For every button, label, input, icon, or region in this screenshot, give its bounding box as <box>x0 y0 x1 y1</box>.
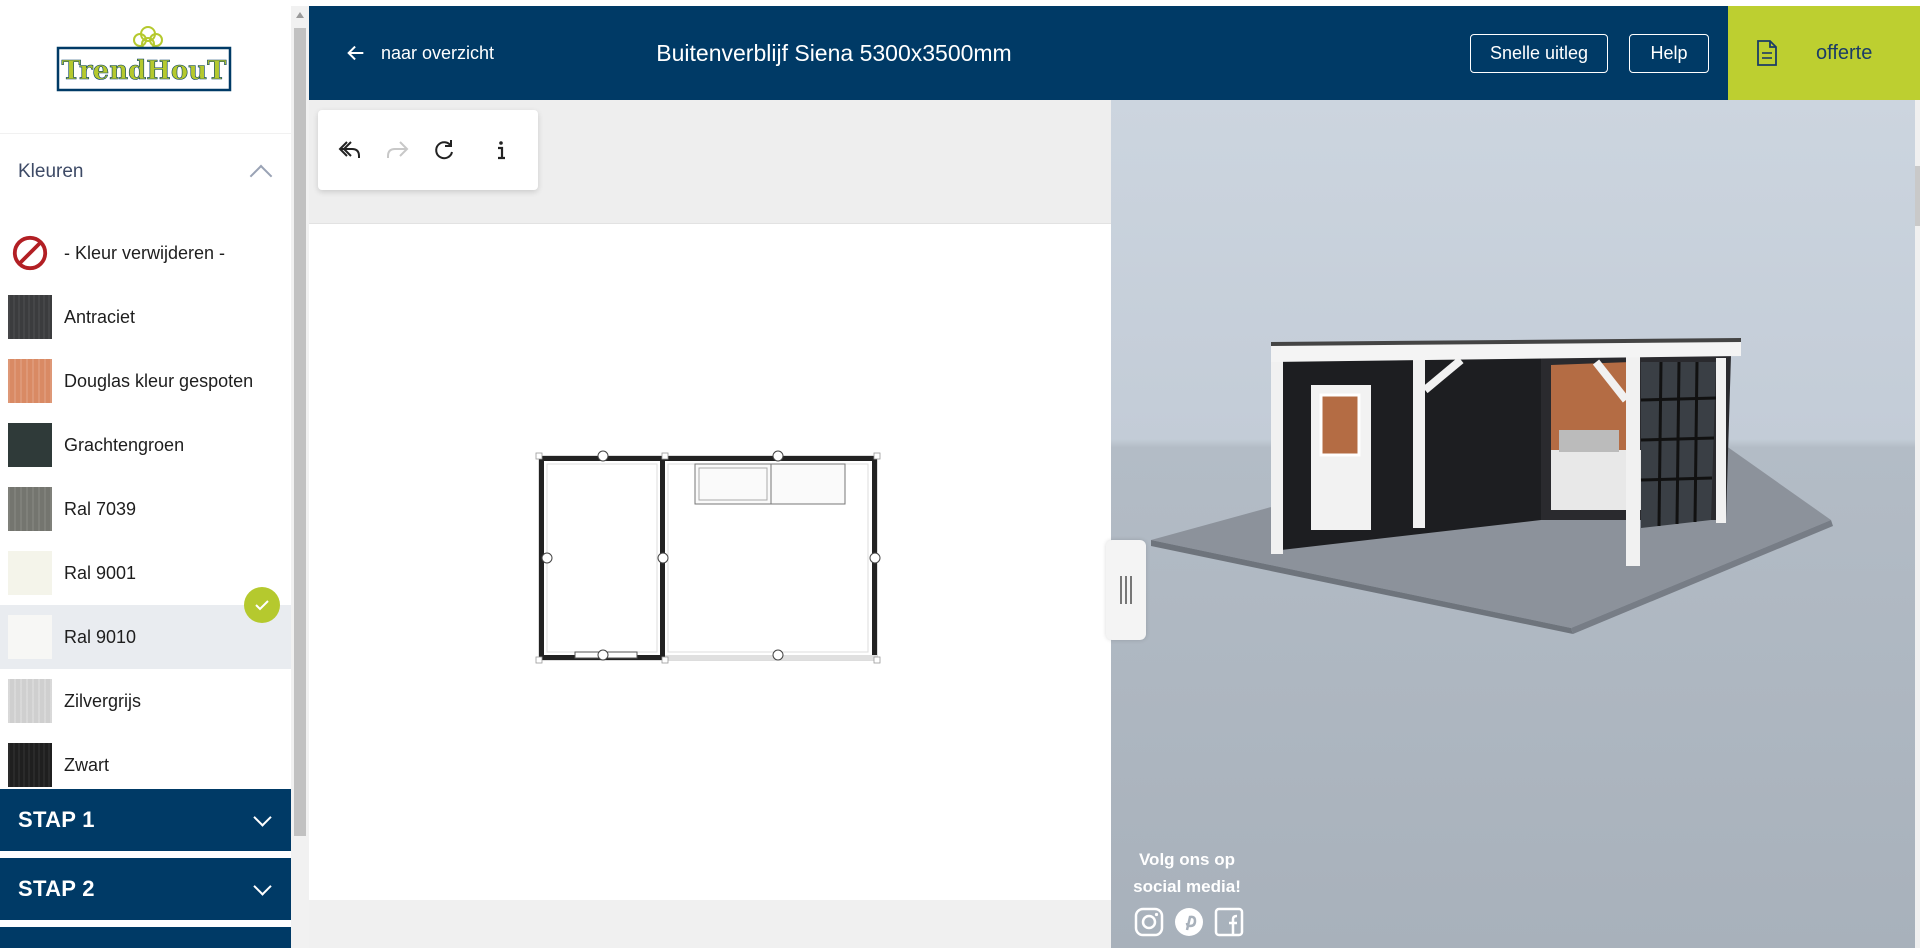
color-swatch <box>8 359 52 403</box>
floorplan-canvas[interactable] <box>309 224 1111 900</box>
canvas-footer <box>309 900 1111 948</box>
offerte-label: offerte <box>1816 41 1873 64</box>
social-text-line1: Volg ons op <box>1138 850 1235 869</box>
panel-resize-handle[interactable] <box>1106 540 1146 640</box>
toolbar-band <box>309 100 1111 224</box>
color-swatch <box>8 551 52 595</box>
logo-area: TrendHouT <box>0 6 291 134</box>
social-cta: Volg ons op social media! <box>1122 846 1252 900</box>
page-title: Buitenverblijf Siena 5300x3500mm <box>656 39 1012 66</box>
color-swatch <box>8 679 52 723</box>
step-3-header[interactable] <box>0 927 291 948</box>
drag-grip-icon <box>1120 576 1132 604</box>
color-name: Douglas kleur gespoten <box>64 370 254 391</box>
floorplan-panel <box>309 100 1111 948</box>
social-icons <box>1133 906 1245 938</box>
color-swatch <box>8 295 52 339</box>
right-scrollbar[interactable] <box>1915 100 1920 948</box>
color-option-ral-9010[interactable]: Ral 9010 <box>0 587 291 669</box>
3d-view[interactable] <box>1111 100 1915 948</box>
color-name: Antraciet <box>64 306 136 327</box>
scroll-up-arrow-icon[interactable] <box>296 12 304 18</box>
color-name: - Kleur verwijderen - <box>64 242 226 263</box>
document-icon <box>1757 40 1777 66</box>
sidebar-scrollbar[interactable] <box>291 6 309 948</box>
color-list: - Kleur verwijderen - Antraciet Douglas … <box>0 221 291 797</box>
pinterest-icon[interactable] <box>1173 906 1205 938</box>
color-name: Zilvergrijs <box>64 690 142 711</box>
chevron-up-icon <box>249 164 273 188</box>
chevron-down-icon <box>253 807 272 827</box>
logo-text: TrendHouT <box>62 56 228 86</box>
color-name: Ral 9010 <box>64 626 137 647</box>
color-option-grachtengroen[interactable]: Grachtengroen <box>0 413 291 477</box>
color-swatch <box>8 487 52 531</box>
section-title: Kleuren <box>18 161 84 182</box>
social-text-line2: social media! <box>1133 877 1241 896</box>
redo-icon[interactable] <box>381 134 413 166</box>
refresh-icon[interactable] <box>428 134 460 166</box>
step-2-header[interactable]: STAP 2 <box>0 858 291 920</box>
color-swatch <box>8 615 52 659</box>
info-icon[interactable] <box>485 134 517 166</box>
color-name: Zwart <box>64 754 109 775</box>
color-swatch <box>8 743 52 787</box>
color-option-douglas[interactable]: Douglas kleur gespoten <box>0 349 291 413</box>
step-1-header[interactable]: STAP 1 <box>0 789 291 851</box>
chevron-down-icon <box>253 876 272 896</box>
floorplan-drawing[interactable] <box>535 450 885 670</box>
color-name: Ral 9001 <box>64 562 137 583</box>
color-option-zwart[interactable]: Zwart <box>0 733 291 797</box>
color-swatch <box>8 423 52 467</box>
color-option-ral-7039[interactable]: Ral 7039 <box>0 477 291 541</box>
color-option-remove[interactable]: - Kleur verwijderen - <box>0 221 291 285</box>
top-header: naar overzicht Buitenverblijf Siena 5300… <box>309 6 1728 100</box>
color-name: Grachtengroen <box>64 434 185 455</box>
sidebar: TrendHouT Kleuren - Kleur verwijderen - … <box>0 6 291 948</box>
offerte-button[interactable]: offerte <box>1728 6 1920 100</box>
color-option-zilvergrijs[interactable]: Zilvergrijs <box>0 669 291 733</box>
step-label: STAP 1 <box>18 807 95 832</box>
undo-icon[interactable] <box>334 134 366 166</box>
color-name: Ral 7039 <box>64 498 137 519</box>
prohibited-icon <box>8 231 52 275</box>
help-button[interactable]: Help <box>1629 34 1709 73</box>
selected-check-icon <box>244 587 280 623</box>
quick-help-button[interactable]: Snelle uitleg <box>1470 34 1608 73</box>
facebook-icon[interactable] <box>1213 906 1245 938</box>
instagram-icon[interactable] <box>1133 906 1165 938</box>
colors-section-header[interactable]: Kleuren <box>0 144 291 200</box>
scrollbar-thumb[interactable] <box>1915 166 1920 226</box>
edit-toolbar <box>318 110 538 190</box>
trendhout-logo[interactable]: TrendHouT <box>56 20 232 94</box>
3d-render[interactable] <box>1111 100 1915 948</box>
color-option-antraciet[interactable]: Antraciet <box>0 285 291 349</box>
scrollbar-thumb[interactable] <box>294 28 306 836</box>
step-label: STAP 2 <box>18 876 95 901</box>
